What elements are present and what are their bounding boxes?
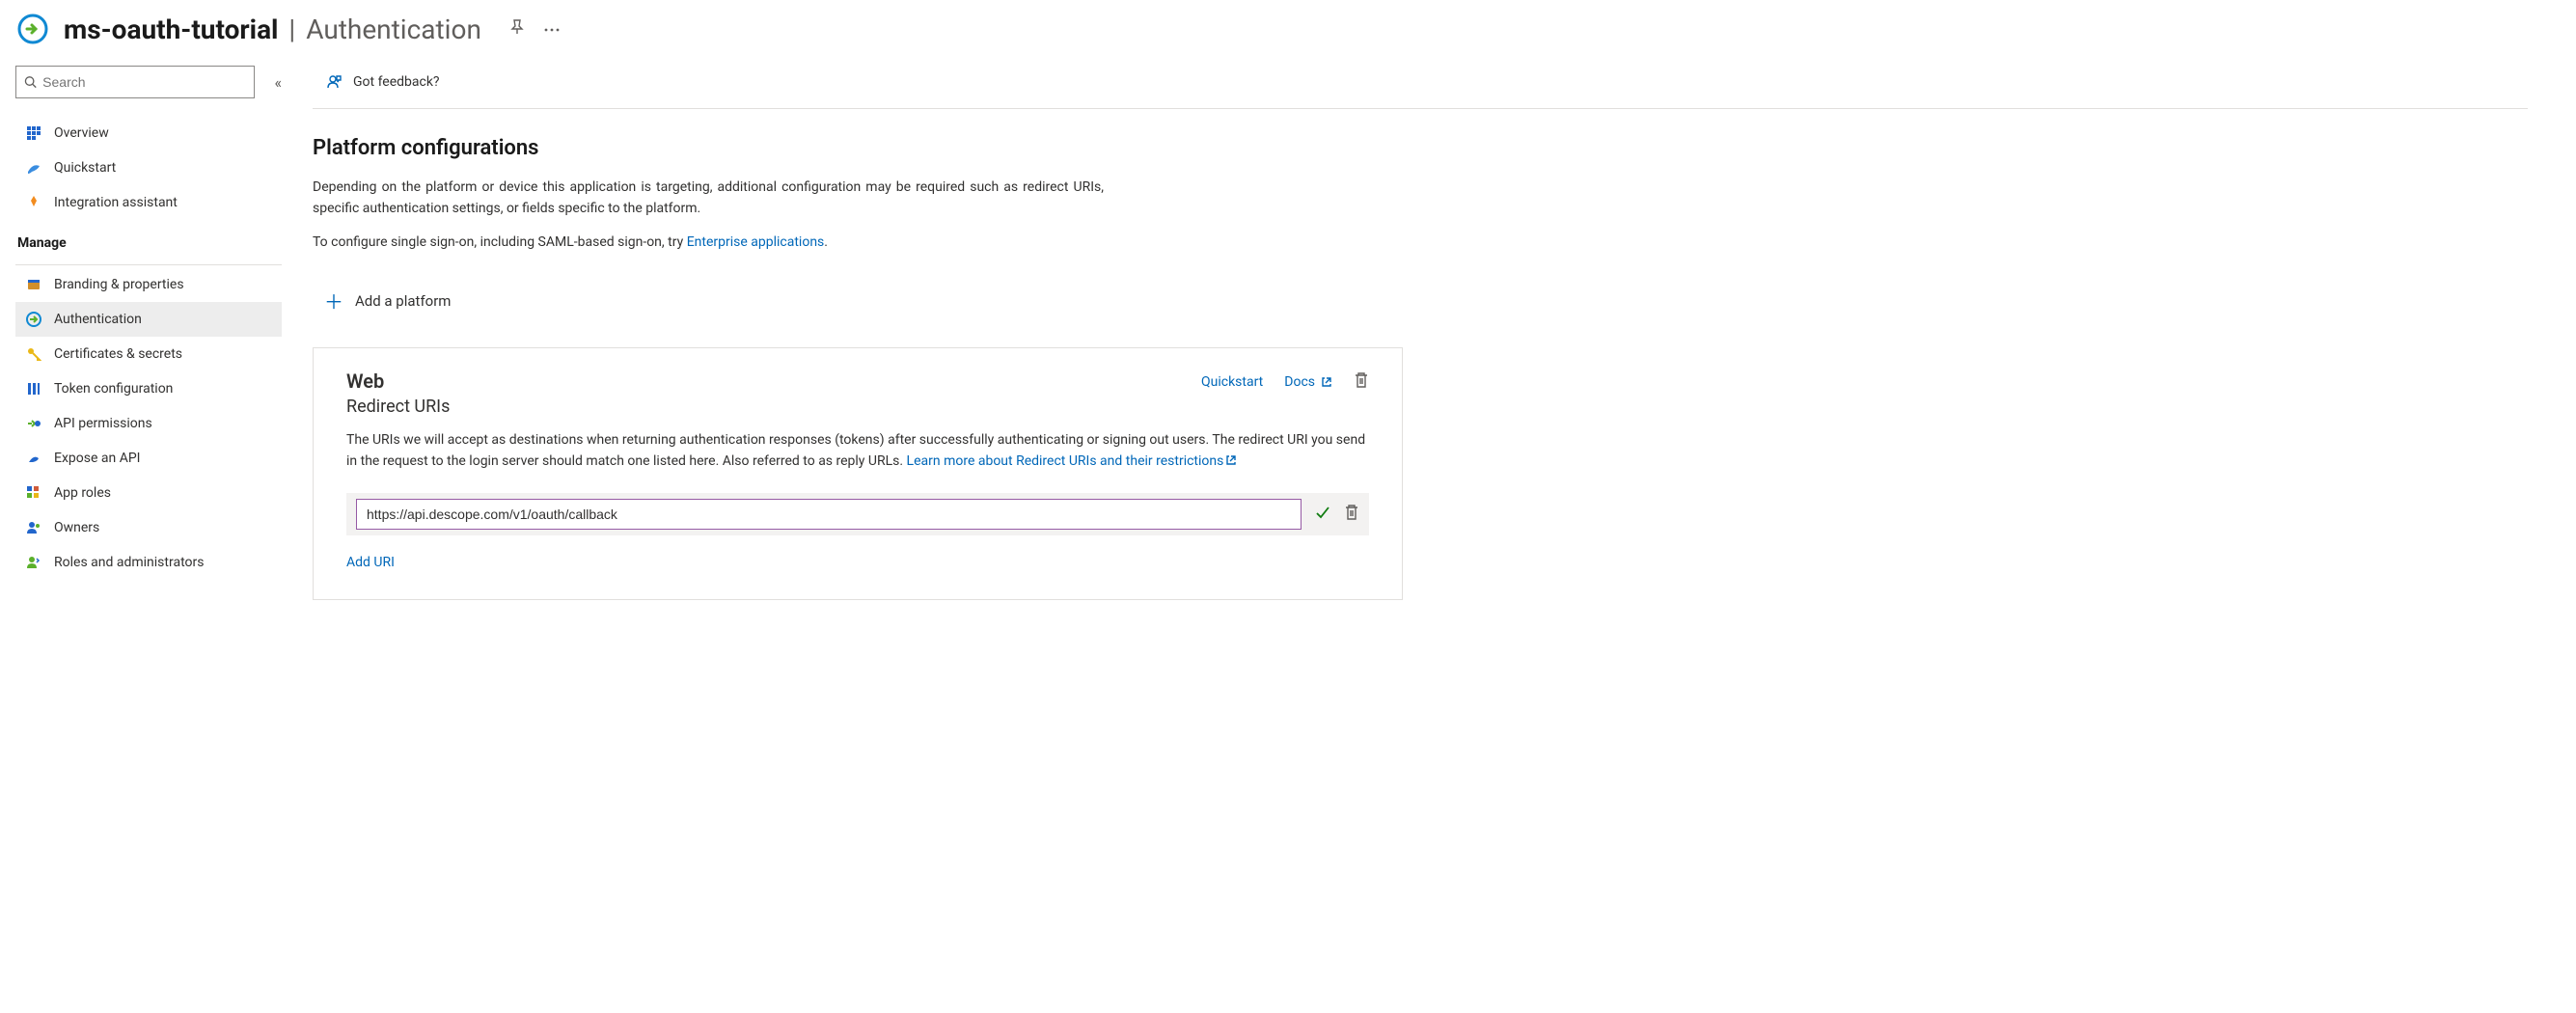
branding-icon (25, 276, 42, 293)
sidebar-item-label: App roles (54, 485, 111, 501)
plus-icon: ＋ (324, 287, 343, 315)
token-icon (25, 380, 42, 397)
search-input-wrapper[interactable] (15, 66, 255, 98)
desc2-suffix: . (824, 234, 828, 250)
pin-icon[interactable] (508, 18, 526, 40)
desc2-prefix: To configure single sign-on, including S… (313, 234, 687, 250)
app-roles-icon (25, 484, 42, 502)
auth-icon (25, 311, 42, 328)
app-name: ms-oauth-tutorial (64, 14, 278, 45)
redirect-uri-learn-more-link[interactable]: Learn more about Redirect URIs and their… (907, 453, 1238, 469)
search-input[interactable] (37, 74, 246, 90)
header-separator: | (282, 14, 302, 45)
feedback-label: Got feedback? (353, 74, 440, 90)
sidebar-item-label: Expose an API (54, 451, 140, 466)
sidebar-item-label: Authentication (54, 312, 142, 327)
redirect-uri-learn-more-text: Learn more about Redirect URIs and their… (907, 453, 1224, 469)
add-platform-button[interactable]: ＋ Add a platform (313, 281, 454, 320)
sidebar-item-label: Quickstart (54, 160, 116, 176)
feedback-icon (326, 73, 343, 91)
card-title: Web (346, 370, 1201, 393)
collapse-sidebar-icon[interactable]: « (274, 73, 282, 92)
main-content: Got feedback? Platform configurations De… (289, 66, 2528, 619)
card-docs-label: Docs (1284, 374, 1315, 390)
card-docs-link[interactable]: Docs (1284, 374, 1332, 390)
sidebar-item-owners[interactable]: Owners (15, 510, 282, 545)
sidebar-item-label: API permissions (54, 416, 152, 431)
redirect-uri-input[interactable] (356, 499, 1302, 530)
delete-platform-icon[interactable] (1354, 371, 1369, 393)
enterprise-applications-link[interactable]: Enterprise applications (687, 234, 825, 250)
sidebar-item-overview[interactable]: Overview (15, 116, 282, 151)
sidebar-divider (15, 264, 282, 265)
redirect-uri-row (346, 493, 1369, 535)
sidebar-item-label: Certificates & secrets (54, 346, 182, 362)
sidebar-item-api-permissions[interactable]: API permissions (15, 406, 282, 441)
validate-check-icon (1315, 505, 1330, 524)
expose-api-icon (25, 450, 42, 467)
sidebar-item-label: Owners (54, 520, 99, 535)
sidebar-item-label: Roles and administrators (54, 555, 204, 570)
app-icon (15, 12, 50, 46)
more-icon[interactable] (543, 21, 561, 37)
card-description: The URIs we will accept as destinations … (346, 430, 1369, 472)
page-title: Authentication (306, 14, 481, 45)
sidebar-item-integration-assistant[interactable]: Integration assistant (15, 185, 282, 220)
sidebar-item-app-roles[interactable]: App roles (15, 476, 282, 510)
key-icon (25, 345, 42, 363)
platform-card-web: Web Redirect URIs Quickstart Docs (313, 347, 1403, 600)
api-permissions-icon (25, 415, 42, 432)
sidebar-item-certificates[interactable]: Certificates & secrets (15, 337, 282, 371)
add-platform-label: Add a platform (355, 292, 451, 310)
sidebar-item-label: Overview (54, 125, 109, 141)
external-link-icon (1321, 376, 1332, 388)
section-description-1: Depending on the platform or device this… (313, 178, 1104, 219)
section-title: Platform configurations (313, 136, 2528, 160)
sidebar-item-label: Token configuration (54, 381, 173, 397)
sidebar-item-expose-api[interactable]: Expose an API (15, 441, 282, 476)
section-description-2: To configure single sign-on, including S… (313, 233, 1104, 254)
sidebar-item-roles-admins[interactable]: Roles and administrators (15, 545, 282, 580)
card-quickstart-link[interactable]: Quickstart (1201, 374, 1263, 390)
sidebar-item-label: Branding & properties (54, 277, 184, 292)
search-icon (24, 75, 37, 89)
sidebar-item-label: Integration assistant (54, 195, 178, 210)
sidebar-item-token-config[interactable]: Token configuration (15, 371, 282, 406)
owners-icon (25, 519, 42, 536)
sidebar-item-branding[interactable]: Branding & properties (15, 267, 282, 302)
delete-uri-icon[interactable] (1344, 504, 1359, 525)
sidebar-item-quickstart[interactable]: Quickstart (15, 151, 282, 185)
admins-icon (25, 554, 42, 571)
card-subtitle: Redirect URIs (346, 397, 1201, 417)
feedback-button[interactable]: Got feedback? (320, 69, 446, 95)
overview-icon (25, 124, 42, 142)
add-uri-button[interactable]: Add URI (346, 555, 395, 570)
sidebar: « Overview Quickstart Integration assist… (0, 66, 289, 619)
sidebar-item-authentication[interactable]: Authentication (15, 302, 282, 337)
external-link-icon (1225, 454, 1237, 466)
rocket-icon (25, 194, 42, 211)
quickstart-icon (25, 159, 42, 177)
sidebar-section-manage: Manage (15, 220, 282, 260)
